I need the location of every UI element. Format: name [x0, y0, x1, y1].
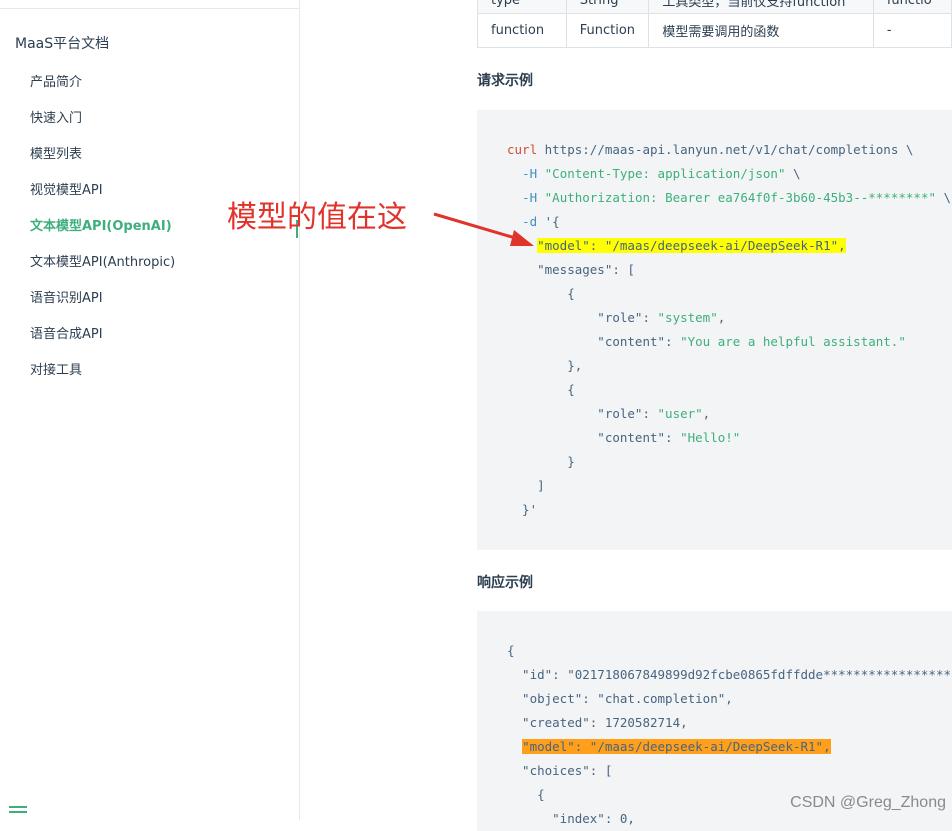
sidebar-item-text-api-anthropic[interactable]: 文本模型API(Anthropic)	[30, 251, 175, 270]
annotation-text: 模型的值在这	[227, 200, 407, 235]
code-line: "role": "system",	[507, 310, 726, 325]
sidebar-item-model-list[interactable]: 模型列表	[30, 143, 82, 162]
code-line: },	[507, 358, 583, 373]
code-line: -H "Authorization: Bearer ea764f0f-3b60-…	[522, 190, 952, 205]
table-cell: -	[872, 13, 952, 48]
response-example-heading: 响应示例	[477, 575, 533, 591]
sidebar-item-product-intro[interactable]: 产品简介	[30, 71, 82, 90]
table-cell: functio	[872, 0, 952, 14]
table-cell: 模型需要调用的函数	[648, 13, 874, 48]
code-line: curl https://maas-api.lanyun.net/v1/chat…	[507, 142, 914, 157]
request-code-block[interactable]: curl https://maas-api.lanyun.net/v1/chat…	[477, 110, 952, 550]
code-line: {	[507, 382, 575, 397]
sidebar-section-title[interactable]: MaaS平台文档	[15, 33, 109, 53]
code-line: {	[507, 286, 575, 301]
code-line: {	[507, 787, 545, 802]
table-row: function Function 模型需要调用的函数 -	[477, 13, 952, 48]
code-line: "choices": [	[507, 763, 613, 778]
code-line: "content": "You are a helpful assistant.…	[507, 334, 906, 349]
annotation-arrow-icon	[433, 212, 534, 246]
code-line: "object": "chat.completion",	[507, 691, 733, 706]
watermark: CSDN @Greg_Zhong	[790, 794, 946, 811]
sidebar: MaaS平台文档 产品简介 快速入门 模型列表 视觉模型API 文本模型API(…	[0, 0, 300, 820]
sidebar-item-tts-api[interactable]: 语音合成API	[30, 323, 103, 342]
table-cell: String	[565, 0, 650, 14]
sidebar-item-asr-api[interactable]: 语音识别API	[30, 287, 103, 306]
code-line: "role": "user",	[507, 406, 711, 421]
code-line: "index": 0,	[507, 811, 635, 826]
menu-icon[interactable]	[9, 806, 27, 818]
sidebar-item-vision-api[interactable]: 视觉模型API	[30, 179, 103, 198]
table-cell: function	[477, 13, 567, 48]
table-cell: Function	[565, 13, 650, 48]
params-table: type String 工具类型，当前仅支持function functio f…	[477, 0, 952, 48]
divider	[0, 8, 299, 9]
code-line: "id": "021718067849899d92fcbe0865fdffdde…	[507, 667, 952, 682]
code-line: }	[507, 454, 575, 469]
code-line: {	[507, 643, 515, 658]
code-line: -H "Content-Type: application/json" \	[522, 166, 801, 181]
code-line: "created": 1720582714,	[507, 715, 688, 730]
code-line: "messages": [	[507, 262, 635, 277]
table-cell: 工具类型，当前仅支持function	[648, 0, 874, 14]
code-line: ]	[507, 478, 545, 493]
code-line: "content": "Hello!"	[507, 430, 741, 445]
sidebar-item-text-api-openai[interactable]: 文本模型API(OpenAI)	[30, 215, 172, 234]
sidebar-item-integration-tools[interactable]: 对接工具	[30, 359, 82, 378]
code-line: "model": "/maas/deepseek-ai/DeepSeek-R1"…	[522, 739, 831, 754]
code-line: }'	[507, 502, 538, 517]
request-example-heading: 请求示例	[477, 73, 533, 89]
table-row: type String 工具类型，当前仅支持function functio	[477, 0, 952, 14]
table-cell: type	[477, 0, 567, 14]
code-line: "model": "/maas/deepseek-ai/DeepSeek-R1"…	[537, 238, 846, 253]
sidebar-item-quick-start[interactable]: 快速入门	[30, 107, 82, 126]
